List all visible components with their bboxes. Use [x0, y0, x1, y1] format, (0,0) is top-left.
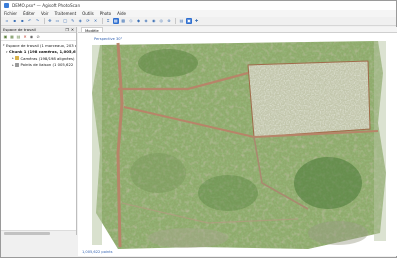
points-count-label: 1,005,622 points — [82, 250, 113, 254]
vegetation-patch — [130, 153, 186, 193]
left-status-area — [1, 235, 77, 257]
sparse-patch — [148, 228, 228, 248]
menu-photo[interactable]: Photo — [100, 11, 111, 16]
point-cloud-view[interactable] — [78, 33, 397, 256]
circle-select-icon[interactable]: ◯ — [62, 18, 68, 24]
add-folder-icon[interactable]: ▤ — [16, 34, 21, 39]
toolbar-separator — [175, 18, 177, 24]
toolbar-separator — [102, 18, 104, 24]
disable-icon[interactable]: ⊘ — [36, 34, 41, 39]
add-photos-icon[interactable]: ▦ — [10, 34, 15, 39]
redo-icon[interactable]: ↷ — [34, 18, 40, 24]
workspace-panel: Espace de travail ❐ ✕ ▣ ▦ ▤ ✕ ◉ ⊘ ▾ Espac… — [1, 27, 77, 235]
open-icon[interactable]: ▪ — [12, 18, 18, 24]
remove-icon[interactable]: ✕ — [23, 34, 28, 39]
menu-help[interactable]: Aide — [117, 11, 126, 16]
free-select-icon[interactable]: ✎ — [70, 18, 76, 24]
cameras-icon[interactable]: ◎ — [158, 18, 164, 24]
tree-item[interactable]: ▾ Espace de travail (1 morceaux, 203 cam — [3, 42, 76, 49]
reset-view-icon[interactable]: ⊕ — [166, 18, 172, 24]
cloud-left-edge — [92, 45, 102, 245]
markers-icon[interactable]: ✚ — [194, 18, 200, 24]
menu-file[interactable]: Fichier — [4, 11, 17, 16]
tree-item[interactable]: ▸ Points de liaison (1 005,622 — [3, 62, 76, 69]
tree-item[interactable]: ▾ Chunk 1 (198 caméras, 1,005,622 — [3, 49, 76, 56]
field-texture — [248, 61, 370, 137]
tiled-view-icon[interactable]: ◉ — [151, 18, 157, 24]
expand-icon[interactable]: ▾ — [3, 43, 5, 47]
workspace-tree: ▾ Espace de travail (1 morceaux, 203 cam ▾… — [1, 41, 76, 68]
vegetation-patch — [138, 49, 198, 77]
sparse-patch — [308, 221, 368, 245]
float-icon[interactable]: ❐ — [65, 27, 68, 32]
model-canvas[interactable]: Perspective 30° 1,005,622 points — [78, 33, 397, 256]
app-icon — [4, 3, 9, 8]
title-bar: DEMO.psx* — Agisoft PhotoScan — [1, 1, 396, 10]
close-icon[interactable]: ✕ — [71, 27, 74, 32]
dense-view-icon[interactable]: ▩ — [120, 18, 126, 24]
undo-icon[interactable]: ↶ — [27, 18, 33, 24]
menu-view[interactable]: Voir — [41, 11, 49, 16]
navigation-icon[interactable]: ✥ — [47, 18, 53, 24]
resize-region-icon[interactable]: ◈ — [77, 18, 83, 24]
folder-icon — [15, 56, 19, 61]
crop-icon[interactable]: ⌗ — [105, 18, 111, 24]
tree-item-label: Caméras (198/198 alignées) — [20, 55, 75, 61]
enable-icon[interactable]: ◉ — [29, 34, 34, 39]
tab-model[interactable]: Modèle — [81, 27, 103, 33]
ortho-icon[interactable]: ▣ — [186, 18, 193, 24]
menu-workflow[interactable]: Traitement — [55, 11, 77, 16]
menu-edit[interactable]: Éditer — [23, 11, 35, 16]
cloud-right-edge — [374, 41, 386, 241]
model-viewer: Modèle Perspective 30° 1,005,622 points — [78, 27, 397, 256]
points-view-icon[interactable]: ▦ — [112, 18, 119, 24]
textured-view-icon[interactable]: ◈ — [143, 18, 149, 24]
save-icon[interactable]: ▪ — [19, 18, 25, 24]
new-icon[interactable]: ▫ — [4, 18, 10, 24]
workspace-toolbar: ▣ ▦ ▤ ✕ ◉ ⊘ — [1, 33, 76, 41]
app-window: DEMO.psx* — Agisoft PhotoScan Fichier Éd… — [0, 0, 397, 258]
vegetation-patch — [294, 157, 362, 209]
region-icon[interactable]: ▤ — [178, 18, 184, 24]
points-icon — [15, 62, 19, 67]
expand-icon[interactable]: ▾ — [6, 50, 8, 54]
shaded-view-icon[interactable]: ◆ — [136, 18, 142, 24]
tree-item-label: Espace de travail (1 morceaux, 203 cam — [6, 42, 76, 48]
panel-controls: ❐ ✕ — [65, 27, 74, 32]
window-title: DEMO.psx* — Agisoft PhotoScan — [12, 3, 81, 8]
toolbar-separator — [43, 18, 45, 24]
tree-item-label: Points de liaison (1 005,622 — [20, 62, 74, 68]
main-toolbar: ▫ ▪ ▪ ↶ ↷ ✥ ▭ ◯ ✎ ◈ ⟳ ✕ ⌗ ▦ ▩ ◇ ◆ ◈ ◉ ◎ ⊕ ▤ ▣ ✚ — [1, 17, 396, 26]
rect-select-icon[interactable]: ▭ — [55, 18, 61, 24]
mesh-view-icon[interactable]: ◇ — [128, 18, 134, 24]
delete-icon[interactable]: ✕ — [93, 18, 99, 24]
rotate-region-icon[interactable]: ⟳ — [85, 18, 91, 24]
vegetation-patch — [198, 175, 258, 211]
workspace-title: Espace de travail — [3, 27, 36, 32]
menu-bar: Fichier Éditer Voir Traitement Outils Ph… — [1, 10, 396, 17]
add-chunk-icon[interactable]: ▣ — [3, 34, 8, 39]
projection-label: Perspective 30° — [94, 37, 123, 41]
menu-tools[interactable]: Outils — [82, 11, 94, 16]
tree-item-label: Chunk 1 (198 caméras, 1,005,622 — [9, 49, 76, 55]
